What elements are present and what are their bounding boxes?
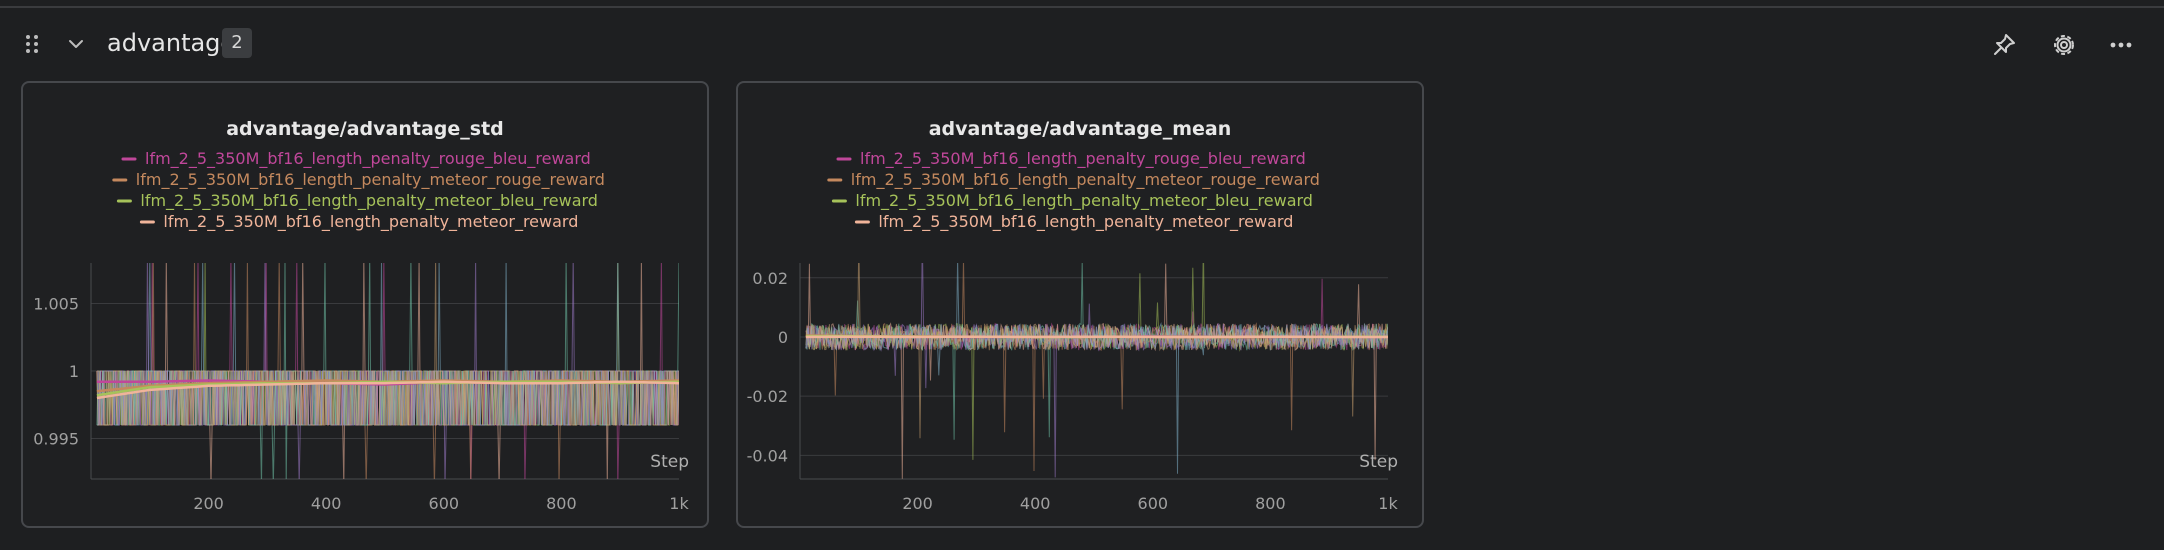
y-tick-label: 0.995	[33, 430, 79, 449]
x-tick-label: 200	[902, 494, 933, 513]
x-tick-label: 1k	[669, 494, 689, 513]
chevron-down-icon[interactable]	[64, 32, 88, 56]
y-tick-label: 1	[69, 362, 79, 381]
drag-handle-icon[interactable]	[20, 32, 44, 56]
x-axis-label: Step	[650, 452, 689, 472]
pin-icon[interactable]	[1989, 30, 2019, 60]
chart-title: advantage/advantage_mean	[929, 118, 1232, 140]
x-tick-label: 600	[429, 494, 460, 513]
chart-advantage-std: advantage/advantage_std lfm_2_5_350M_bf16…	[33, 118, 689, 513]
section-header: advantage 2	[0, 18, 2164, 74]
x-tick-label: 1k	[1378, 494, 1398, 513]
more-horizontal-icon[interactable]	[2106, 30, 2136, 60]
y-tick-label: -0.02	[747, 387, 788, 406]
raw-series-trace	[805, 263, 1388, 440]
panel-count-badge: 2	[222, 28, 252, 58]
y-tick-label: 0.02	[752, 269, 788, 288]
x-tick-label: 800	[546, 494, 577, 513]
x-tick-label: 600	[1138, 494, 1169, 513]
chart-panel-advantage-mean[interactable]: advantage/advantage_mean lfm_2_5_350M_bf1…	[736, 81, 1424, 528]
chart-title: advantage/advantage_std	[226, 118, 504, 140]
plot-area	[96, 263, 679, 479]
chart-panel-advantage-std[interactable]: advantage/advantage_std lfm_2_5_350M_bf16…	[21, 81, 709, 528]
legend-entry: lfm_2_5_350M_bf16_length_penalty_meteor_…	[855, 191, 1313, 211]
y-tick-label: -0.04	[747, 446, 788, 465]
raw-series-trace	[805, 263, 1388, 479]
raw-series-trace	[805, 263, 1388, 472]
x-tick-label: 200	[193, 494, 224, 513]
y-tick-label: 1.005	[33, 295, 79, 314]
plot-area	[805, 263, 1388, 479]
y-tick-label: 0	[778, 328, 788, 347]
x-tick-label: 800	[1255, 494, 1286, 513]
raw-series-trace	[805, 263, 1388, 460]
legend-entry: lfm_2_5_350M_bf16_length_penalty_meteor_…	[851, 170, 1320, 190]
legend-entry: lfm_2_5_350M_bf16_length_penalty_meteor_…	[136, 170, 605, 190]
raw-series-trace	[805, 263, 1388, 474]
chart-advantage-mean: advantage/advantage_mean lfm_2_5_350M_bf1…	[747, 118, 1399, 513]
section-title: advantage	[107, 29, 236, 57]
top-divider	[0, 6, 2164, 8]
legend-entry: lfm_2_5_350M_bf16_length_penalty_rouge_b…	[860, 149, 1306, 169]
legend-entry: lfm_2_5_350M_bf16_length_penalty_meteor_…	[878, 212, 1293, 232]
x-tick-label: 400	[1020, 494, 1051, 513]
x-tick-label: 400	[311, 494, 342, 513]
legend-entry: lfm_2_5_350M_bf16_length_penalty_meteor_…	[163, 212, 578, 232]
gear-icon[interactable]	[2049, 30, 2079, 60]
legend-entry: lfm_2_5_350M_bf16_length_penalty_meteor_…	[140, 191, 598, 211]
legend-entry: lfm_2_5_350M_bf16_length_penalty_rouge_b…	[145, 149, 591, 169]
raw-series-trace	[805, 263, 1388, 478]
x-axis-label: Step	[1359, 452, 1398, 472]
